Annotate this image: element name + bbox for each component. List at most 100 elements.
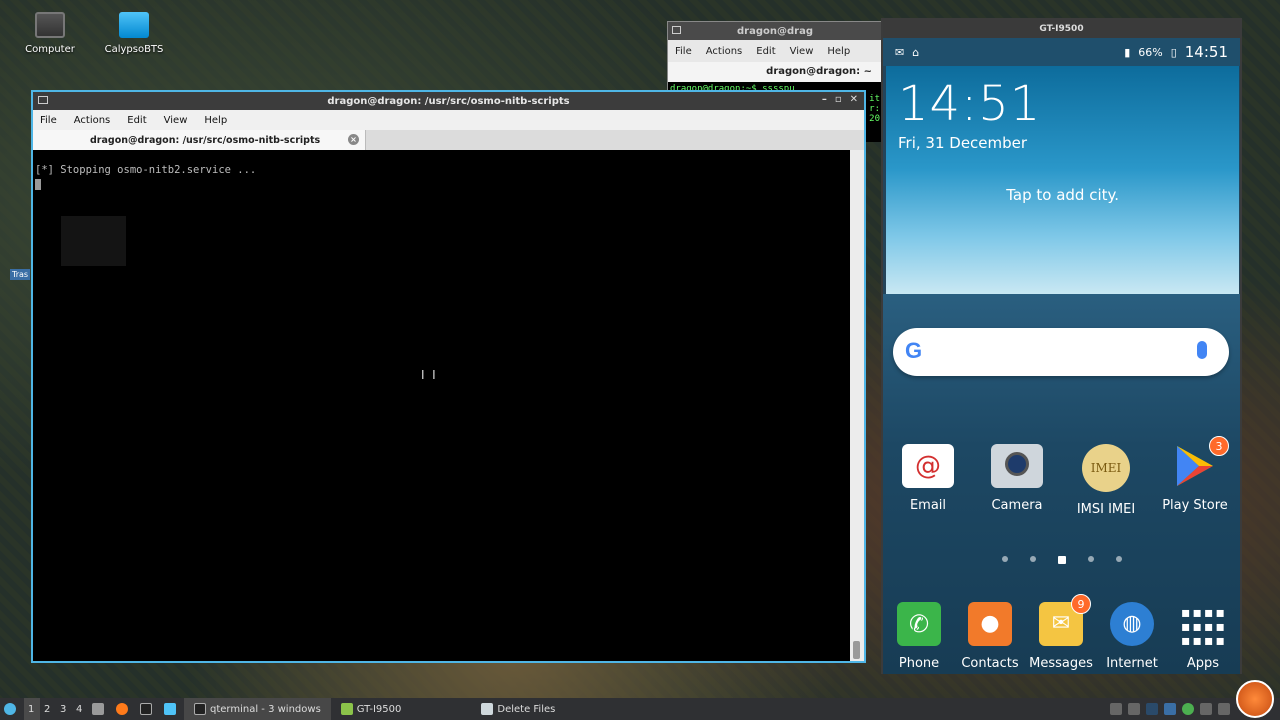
window-titlebar[interactable]: dragon@dragon: /usr/src/osmo-nitb-script… bbox=[33, 92, 864, 110]
window-menu-icon[interactable] bbox=[38, 96, 48, 104]
terminal-window[interactable]: dragon@dragon: /usr/src/osmo-nitb-script… bbox=[31, 90, 866, 663]
files-icon bbox=[92, 703, 104, 715]
page-dot[interactable] bbox=[1115, 556, 1122, 562]
contacts-icon: ● bbox=[968, 602, 1012, 646]
menu-file[interactable]: File bbox=[675, 46, 692, 57]
menu-help[interactable]: Help bbox=[827, 46, 850, 57]
menu-actions[interactable]: Actions bbox=[74, 115, 111, 126]
weather-add-city[interactable]: Tap to add city. bbox=[886, 186, 1239, 204]
phone-status-bar: ✉ ⌂ ▮ 66% ▯ 14:51 bbox=[883, 38, 1240, 66]
clipboard-icon[interactable] bbox=[1110, 703, 1122, 715]
menu-view[interactable]: View bbox=[164, 115, 188, 126]
menu-edit[interactable]: Edit bbox=[127, 115, 146, 126]
page-dot[interactable] bbox=[1029, 556, 1036, 562]
battery-icon: ▯ bbox=[1170, 45, 1177, 59]
menu-edit[interactable]: Edit bbox=[756, 46, 775, 57]
menu-help[interactable]: Help bbox=[204, 115, 227, 126]
workspace-4[interactable]: 4 bbox=[72, 698, 88, 720]
desktop-icon-trash-label[interactable]: Tras bbox=[10, 269, 31, 280]
microphone-icon[interactable] bbox=[1197, 341, 1207, 359]
status-time: 14:51 bbox=[1184, 43, 1228, 61]
app-email[interactable]: @ Email bbox=[883, 444, 973, 513]
minimize-icon[interactable]: – bbox=[822, 94, 827, 105]
app-imsi-imei[interactable]: IMEI IMSI IMEI bbox=[1061, 444, 1151, 517]
app-apps-drawer[interactable]: ▪▪▪▪ ▪▪▪▪ ▪▪▪▪ Apps bbox=[1158, 602, 1248, 671]
quicklaunch-files[interactable] bbox=[88, 698, 112, 720]
phone-window[interactable]: GT-I9500 ✉ ⌂ ▮ 66% ▯ 14:51 14:51 Fri, 31… bbox=[881, 18, 1242, 674]
virtualbox-icon[interactable] bbox=[1146, 703, 1158, 715]
terminal-tab[interactable]: dragon@dragon: /usr/src/osmo-nitb-script… bbox=[33, 130, 366, 150]
blurred-region bbox=[61, 216, 126, 266]
quicklaunch-terminal[interactable] bbox=[136, 698, 160, 720]
folder-icon bbox=[164, 703, 176, 715]
volume-icon[interactable] bbox=[1128, 703, 1140, 715]
google-logo-icon: G bbox=[905, 338, 923, 363]
workspace-2[interactable]: 2 bbox=[40, 698, 56, 720]
home-page-dot[interactable] bbox=[1057, 556, 1066, 564]
page-dot[interactable] bbox=[1087, 556, 1094, 562]
close-icon[interactable]: ✕ bbox=[850, 94, 858, 105]
task-gt-i9500[interactable]: GT-I9500 bbox=[331, 698, 412, 720]
start-menu-icon bbox=[4, 703, 16, 715]
page-indicator[interactable] bbox=[883, 556, 1240, 564]
email-icon: @ bbox=[902, 444, 954, 488]
task-delete-files[interactable]: Delete Files bbox=[471, 698, 565, 720]
clock-weather-widget[interactable]: 14:51 Fri, 31 December Tap to add city. bbox=[886, 66, 1239, 294]
task-label: GT-I9500 bbox=[356, 703, 402, 715]
terminal-screen[interactable]: [*] Stopping osmo-nitb2.service ... I I bbox=[33, 150, 850, 661]
task-qterminal[interactable]: qterminal - 3 windows bbox=[184, 698, 331, 720]
workspace-3[interactable]: 3 bbox=[56, 698, 72, 720]
network-icon[interactable] bbox=[1200, 703, 1212, 715]
desktop-icon-calypsobts[interactable]: CalypsoBTS bbox=[89, 12, 179, 55]
text-cursor bbox=[35, 179, 41, 190]
display-icon[interactable] bbox=[1218, 703, 1230, 715]
terminal-line: [*] Stopping osmo-nitb2.service ... bbox=[35, 164, 257, 176]
desktop-icon-computer[interactable]: Computer bbox=[5, 12, 95, 55]
battery-percent: 66% bbox=[1138, 45, 1163, 59]
play-store-icon: 3 bbox=[1169, 436, 1229, 488]
google-search-bar[interactable]: G bbox=[893, 328, 1229, 376]
computer-icon bbox=[35, 12, 65, 38]
notification-badge: 3 bbox=[1209, 436, 1229, 456]
menubar: File Actions Edit View Help bbox=[668, 40, 882, 62]
menu-view[interactable]: View bbox=[790, 46, 814, 57]
window-title: dragon@drag bbox=[737, 25, 813, 37]
firefox-icon bbox=[116, 703, 128, 715]
scrollbar-thumb[interactable] bbox=[853, 641, 860, 659]
quicklaunch-firefox[interactable] bbox=[112, 698, 136, 720]
window-menu-icon[interactable] bbox=[672, 26, 681, 34]
menu-actions[interactable]: Actions bbox=[706, 46, 743, 57]
android-icon bbox=[340, 703, 353, 715]
start-menu-button[interactable] bbox=[0, 698, 24, 720]
window-titlebar[interactable]: dragon@drag bbox=[668, 22, 882, 40]
clock-time: 14:51 bbox=[898, 76, 1042, 132]
update-icon[interactable] bbox=[1182, 703, 1194, 715]
app-label: Email bbox=[909, 498, 947, 513]
signal-icon: ▮ bbox=[1124, 45, 1131, 59]
phone-icon: ✆ bbox=[897, 602, 941, 646]
terminal-tab[interactable]: dragon@dragon: ~ bbox=[668, 62, 882, 82]
close-tab-icon[interactable]: × bbox=[348, 134, 359, 145]
clock-date: Fri, 31 December bbox=[898, 134, 1028, 152]
bluetooth-icon[interactable] bbox=[1164, 703, 1176, 715]
workspace-1[interactable]: 1 bbox=[24, 698, 40, 720]
app-camera[interactable]: Camera bbox=[972, 444, 1062, 513]
phone-window-title: GT-I9500 bbox=[883, 20, 1240, 38]
maximize-icon[interactable]: ▫ bbox=[835, 94, 842, 105]
channel-logo-icon bbox=[1236, 680, 1274, 718]
quicklaunch-folder[interactable] bbox=[160, 698, 184, 720]
mail-notification-icon: ✉ bbox=[895, 45, 905, 59]
scrollbar[interactable] bbox=[850, 150, 864, 661]
terminal-icon bbox=[140, 703, 152, 715]
task-label: Delete Files bbox=[497, 703, 556, 715]
taskbar: 1 2 3 4 qterminal - 3 windows GT-I9500 D… bbox=[0, 698, 1280, 720]
apps-grid-icon: ▪▪▪▪ ▪▪▪▪ ▪▪▪▪ bbox=[1181, 605, 1227, 649]
tab-label: dragon@dragon: /usr/src/osmo-nitb-script… bbox=[90, 134, 321, 146]
messages-icon: ✉ 9 bbox=[1039, 594, 1091, 646]
app-label: IMSI IMEI bbox=[1076, 502, 1136, 517]
desktop-icon-label: Computer bbox=[25, 44, 75, 55]
app-label: Camera bbox=[991, 498, 1043, 513]
app-play-store[interactable]: 3 Play Store bbox=[1150, 436, 1240, 513]
page-dot[interactable] bbox=[1001, 556, 1008, 562]
menu-file[interactable]: File bbox=[40, 115, 57, 126]
